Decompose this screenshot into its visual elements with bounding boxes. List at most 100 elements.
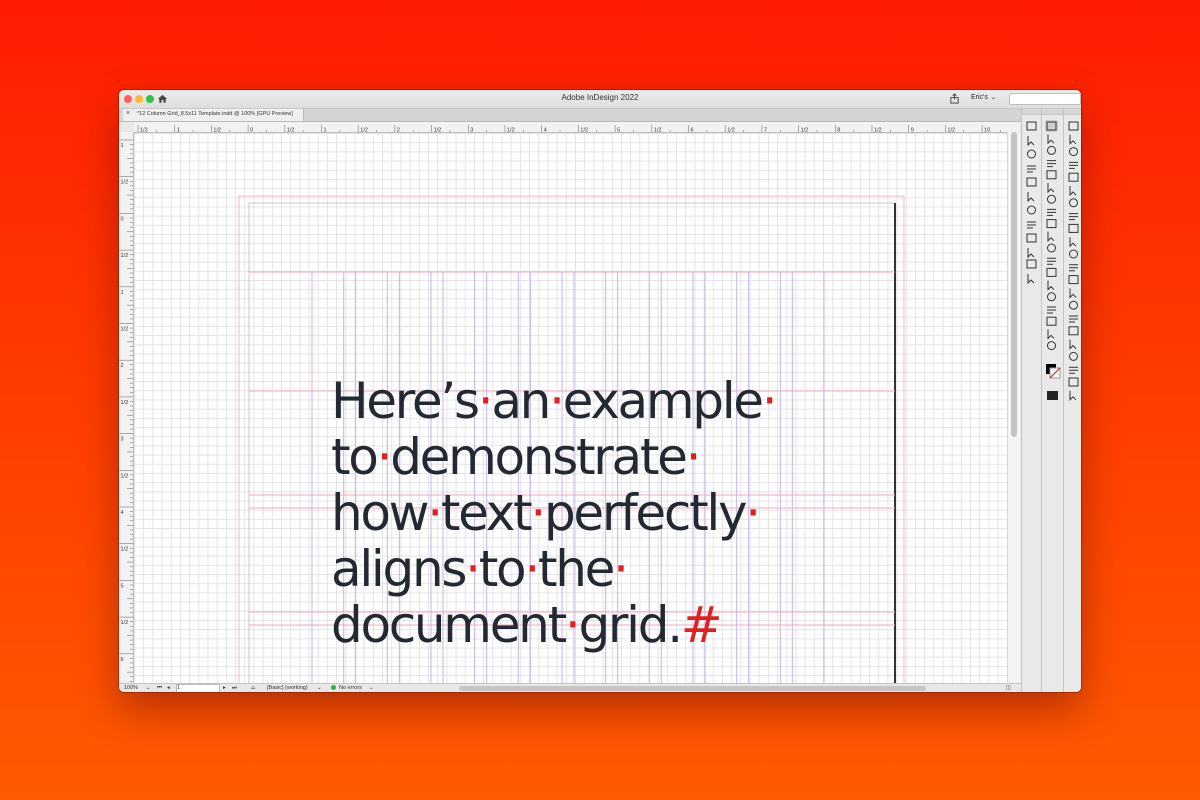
vertical-ruler[interactable]: 1 1/2 0 1/2 1 1/2 2 1/2 3 1/2 4 1/2 5 1/2 6 xyxy=(119,132,134,682)
panel-icon xyxy=(1026,233,1037,243)
panel-icon xyxy=(1046,170,1057,180)
zoom-level[interactable]: 100% xyxy=(124,685,138,691)
panel-icon xyxy=(1068,223,1079,233)
ruler-label: 1/2 xyxy=(121,547,129,553)
panel-dock-icons xyxy=(1026,121,1037,285)
panel-icon xyxy=(1027,274,1035,285)
panel-icon xyxy=(1047,208,1056,216)
panel-icon xyxy=(1046,267,1057,277)
tools-panel-icons xyxy=(1045,120,1061,400)
preflight-status[interactable]: No errors xyxy=(331,685,362,691)
panel-icon xyxy=(1027,165,1036,173)
title-bar: Adobe InDesign 2022 Eric's ⌄ xyxy=(119,90,1081,109)
panel-icon xyxy=(1026,177,1037,187)
panel-icon xyxy=(1069,134,1077,146)
panel-icon xyxy=(1068,326,1079,336)
panel-icon xyxy=(1047,231,1055,243)
style-status[interactable]: [Basic] (working) xyxy=(267,685,308,691)
document-canvas[interactable]: Here’s·an·example· to·demonstrate· how·t… xyxy=(134,133,1007,683)
last-page-icon[interactable]: ⏭ xyxy=(232,685,237,692)
panel-icon xyxy=(1047,292,1056,302)
share-icon[interactable] xyxy=(949,93,960,104)
chevron-down-icon[interactable]: ⌄ xyxy=(317,685,322,691)
text-line-2: to·demonstrate· xyxy=(331,428,701,486)
properties-dock xyxy=(1063,109,1081,692)
panel-dock-header[interactable] xyxy=(1022,109,1041,115)
status-bar: 100% ⌄ ⏮ ◂ 1 ▸ ⏭ ⌓ [Basic] (working) ⌄ N… xyxy=(119,683,1021,692)
panel-icon xyxy=(1068,275,1079,285)
ruler-label: 1/2 xyxy=(121,180,129,186)
chevron-down-icon[interactable]: ⌄ xyxy=(369,685,374,691)
ruler-label: 1/2 xyxy=(121,400,129,406)
ruler-label: 6 xyxy=(121,657,124,663)
text-line-3: how·text·perfectly· xyxy=(331,484,761,542)
tools-panel-header[interactable] xyxy=(1042,109,1063,115)
page-number: 1 xyxy=(177,685,181,691)
panel-icon xyxy=(1068,121,1079,131)
ruler-label: 1/2 xyxy=(121,327,129,333)
ruler-label: 2 xyxy=(121,363,124,369)
panel-icon xyxy=(1069,237,1077,248)
panel-icon xyxy=(1047,160,1056,168)
preflight-ok-icon xyxy=(331,685,336,691)
panel-icon xyxy=(1069,300,1078,310)
panel-icon xyxy=(1046,316,1057,326)
ruler-label: 4 xyxy=(121,510,124,516)
panel-toggle-icon[interactable]: ◫ xyxy=(1006,685,1011,691)
panels-dock xyxy=(1021,109,1041,692)
search-input[interactable] xyxy=(1009,93,1081,105)
headline-text-frame[interactable]: Here’s·an·example· to·demonstrate· how·t… xyxy=(331,372,778,654)
ruler-label: 1 xyxy=(121,143,124,149)
text-line-1: Here’s·an·example· xyxy=(331,372,778,430)
document-tab[interactable]: × *12 Column Grid_8.5x11 Template.indd @… xyxy=(123,109,304,121)
panel-icon xyxy=(1027,192,1035,203)
headphones-icon[interactable]: ⌓ xyxy=(251,685,255,692)
horizontal-ruler[interactable]: 1/2 1 1/2 0 1/2 1 1/2 2 1/2 3 1/2 4 1/2 5 1/2 6 1/2 7 1/2 8… xyxy=(134,122,1019,133)
panel-icon xyxy=(1069,339,1077,350)
ruler-label: 5 xyxy=(121,583,124,589)
previous-page-icon[interactable]: ◂ xyxy=(167,685,170,691)
indesign-window: Adobe InDesign 2022 Eric's ⌄ × *12 Column… xyxy=(119,90,1081,692)
properties-dock-header[interactable] xyxy=(1064,109,1081,115)
panel-icon xyxy=(1069,351,1078,361)
panel-icon xyxy=(1047,280,1055,291)
panel-icon xyxy=(1047,257,1056,265)
panel-icon xyxy=(1068,377,1079,387)
panel-icon xyxy=(1068,172,1079,182)
panel-icon xyxy=(1069,147,1078,157)
ruler-label: 3 xyxy=(121,437,124,443)
chevron-down-icon: ⌄ xyxy=(990,95,996,101)
ruler-label: 1/2 xyxy=(121,473,129,479)
panel-icon xyxy=(1069,186,1077,197)
text-line-4: aligns·to·the· xyxy=(331,540,629,598)
page-number-field[interactable]: 1 xyxy=(176,684,220,692)
window-title: Adobe InDesign 2022 xyxy=(561,93,639,102)
panel-icon xyxy=(1027,149,1036,159)
vertical-scrollbar[interactable] xyxy=(1007,132,1020,682)
panel-icon xyxy=(1047,145,1056,155)
panel-icon xyxy=(1069,315,1078,323)
panel-icon xyxy=(1047,183,1055,194)
document-tab-label: *12 Column Grid_8.5x11 Template.indd @ 1… xyxy=(137,111,293,117)
ruler-label: 1/2 xyxy=(121,620,129,626)
screen-mode-icon xyxy=(1047,391,1058,400)
tools-panel xyxy=(1041,109,1063,692)
panel-icon xyxy=(1047,194,1056,204)
first-page-icon[interactable]: ⏮ xyxy=(157,685,162,692)
panel-icon xyxy=(1027,205,1036,215)
panel-icon xyxy=(1046,219,1057,229)
next-page-icon[interactable]: ▸ xyxy=(223,685,226,691)
ruler-label: 0 xyxy=(121,216,124,222)
user-menu[interactable]: Eric's ⌄ xyxy=(971,94,996,101)
close-icon[interactable]: × xyxy=(126,110,130,117)
ruler-label: 1/2 xyxy=(121,253,129,259)
properties-dock-icons xyxy=(1068,121,1079,402)
vertical-scroll-thumb[interactable] xyxy=(1011,132,1017,437)
panel-icon xyxy=(1047,134,1055,145)
chevron-down-icon[interactable]: ⌄ xyxy=(146,685,151,691)
horizontal-scroll-thumb[interactable] xyxy=(459,686,926,691)
panel-icon xyxy=(1027,136,1035,147)
end-of-story-marker: # xyxy=(680,596,723,654)
panel-icon xyxy=(1026,259,1037,269)
panel-icon xyxy=(1047,306,1056,314)
